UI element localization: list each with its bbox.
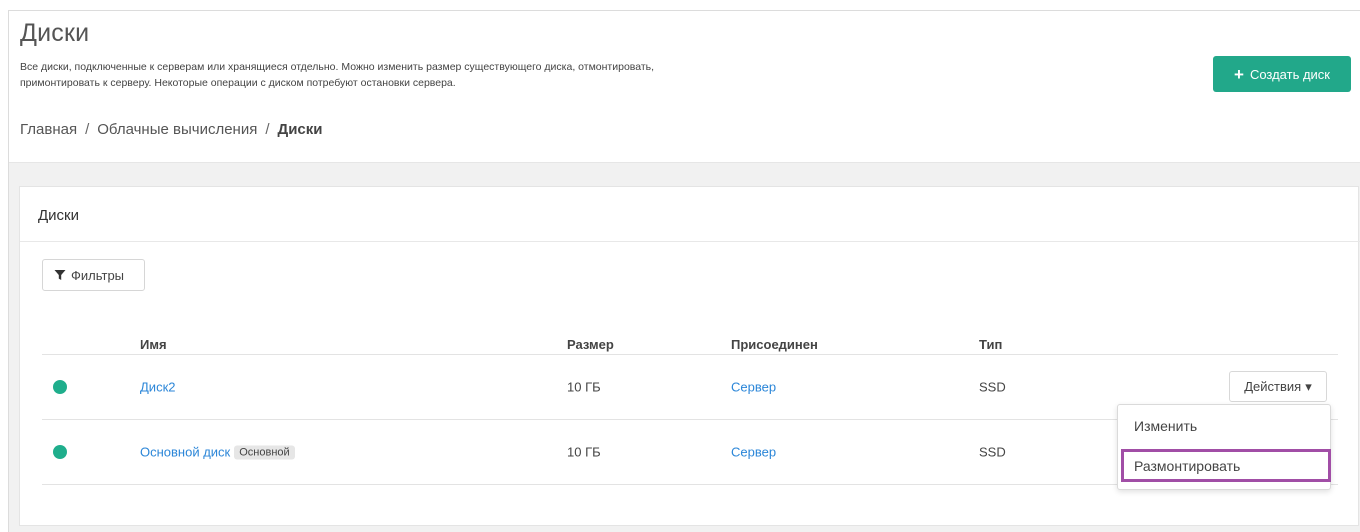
disk-size: 10 ГБ	[567, 379, 601, 395]
menu-item-unmount[interactable]: Размонтировать	[1121, 449, 1331, 482]
card-title: Диски	[38, 207, 79, 224]
filters-label: Фильтры	[71, 267, 125, 283]
plus-icon: +	[1234, 64, 1244, 84]
attached-server-link[interactable]: Сервер	[731, 380, 776, 395]
page-description-line-2: примонтировать к серверу. Некоторые опер…	[20, 77, 456, 89]
page-title: Диски	[20, 19, 90, 47]
column-header-size[interactable]: Размер	[567, 337, 614, 352]
disk-name-cell: Основной диск Основной	[140, 445, 295, 460]
actions-dropdown-menu: Изменить Размонтировать	[1117, 404, 1331, 490]
breadcrumb-cloud-computing[interactable]: Облачные вычисления	[97, 121, 257, 138]
breadcrumb: Главная / Облачные вычисления / Диски	[20, 121, 323, 138]
attached-server-link[interactable]: Сервер	[731, 445, 776, 460]
page-header: Диски Все диски, подключенные к серверам…	[9, 11, 1360, 163]
page-description: Все диски, подключенные к серверам или х…	[20, 59, 820, 91]
column-header-name[interactable]: Имя	[140, 337, 167, 352]
primary-badge: Основной	[234, 445, 295, 460]
create-disk-label: Создать диск	[1249, 66, 1330, 82]
breadcrumb-home[interactable]: Главная	[20, 121, 77, 138]
menu-item-edit[interactable]: Изменить	[1118, 409, 1330, 443]
page-frame: Диски Все диски, подключенные к серверам…	[8, 10, 1360, 532]
disk-name-link[interactable]: Основной диск	[140, 445, 230, 460]
disk-type: SSD	[979, 379, 1006, 395]
table-header: Имя Размер Присоединен Тип	[42, 317, 1338, 355]
breadcrumb-separator: /	[265, 121, 270, 138]
actions-dropdown-button[interactable]: Действия ▾	[1229, 371, 1327, 402]
caret-down-icon: ▾	[1305, 378, 1312, 394]
create-disk-button[interactable]: + Создать диск	[1213, 56, 1351, 92]
disk-size: 10 ГБ	[567, 444, 601, 460]
page-description-line-1: Все диски, подключенные к серверам или х…	[20, 61, 655, 73]
column-header-attached[interactable]: Присоединен	[731, 337, 818, 352]
disk-name-link[interactable]: Диск2	[140, 380, 175, 395]
filter-icon	[54, 270, 66, 280]
status-indicator	[53, 380, 67, 394]
actions-label: Действия	[1244, 379, 1302, 394]
status-indicator	[53, 445, 67, 459]
filters-button[interactable]: Фильтры	[42, 259, 145, 291]
column-header-type[interactable]: Тип	[979, 337, 1002, 352]
breadcrumb-current: Диски	[277, 121, 323, 138]
disk-type: SSD	[979, 444, 1006, 460]
breadcrumb-separator: /	[85, 121, 90, 138]
card-divider	[20, 241, 1360, 242]
